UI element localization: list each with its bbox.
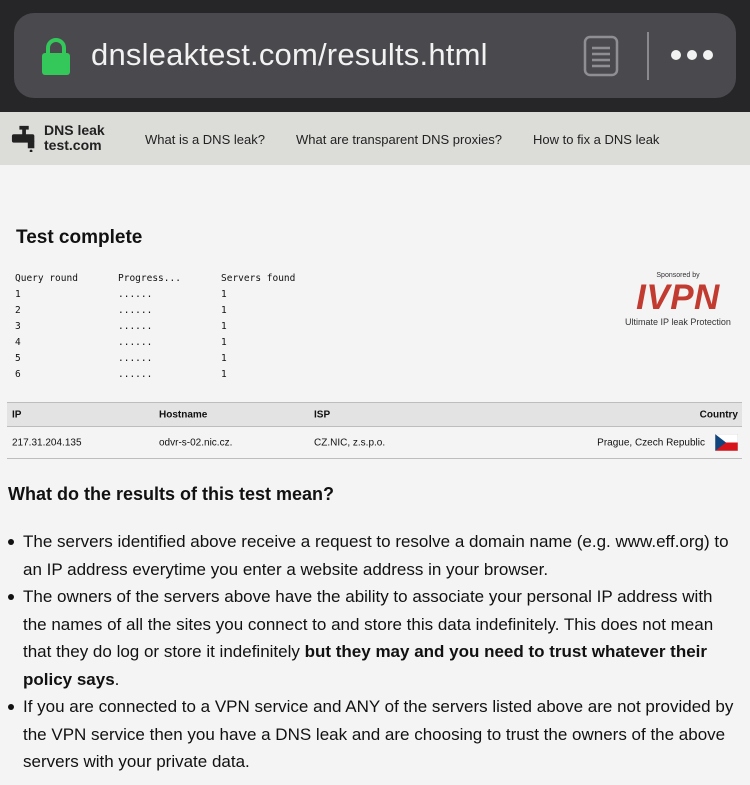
list-item: The owners of the servers above have the… (8, 583, 738, 693)
header-progress: Progress... (118, 273, 181, 284)
header-isp: ISP (314, 409, 331, 420)
url-text[interactable]: dnsleaktest.com/results.html (91, 37, 488, 73)
nav-link-what-is-dns-leak[interactable]: What is a DNS leak? (145, 132, 265, 147)
progress: ...... (118, 337, 153, 348)
query-round: 5 (15, 353, 21, 364)
progress: ...... (118, 321, 153, 332)
toolbar-divider (647, 32, 649, 80)
progress-header-row: Query round Progress... Servers found (15, 271, 321, 287)
query-round: 2 (15, 305, 21, 316)
logo-line-2: test.com (44, 137, 102, 153)
servers-found: 1 (221, 289, 227, 300)
progress-row: 1 ...... 1 (15, 287, 321, 303)
browser-toolbar: dnsleaktest.com/results.html (0, 0, 750, 112)
table-row: 217.31.204.135 odvr-s-02.nic.cz. CZ.NIC,… (7, 427, 742, 459)
progress-row: 4 ...... 1 (15, 335, 321, 351)
list-item: If you are connected to a VPN service an… (8, 693, 738, 776)
czech-flag-icon (715, 434, 738, 451)
page-title: Test complete (16, 227, 143, 248)
ip-address: 217.31.204.135 (12, 437, 82, 448)
address-bar[interactable]: dnsleaktest.com/results.html (14, 13, 736, 98)
lock-icon (42, 38, 70, 75)
progress-row: 6 ...... 1 (15, 367, 321, 383)
header-servers-found: Servers found (221, 273, 296, 284)
explanation-list: The servers identified above receive a r… (8, 528, 738, 776)
progress: ...... (118, 353, 153, 364)
results-header-row: IP Hostname ISP Country (7, 402, 742, 427)
header-hostname: Hostname (159, 409, 208, 420)
query-round: 1 (15, 289, 21, 300)
header-country: Country (699, 409, 738, 420)
country: Prague, Czech Republic (597, 437, 705, 448)
progress-row: 5 ...... 1 (15, 351, 321, 367)
reader-view-icon[interactable] (583, 35, 619, 77)
query-progress-table: Query round Progress... Servers found 1 … (15, 271, 321, 383)
progress-row: 2 ...... 1 (15, 303, 321, 319)
nav-link-transparent-dns-proxies[interactable]: What are transparent DNS proxies? (296, 132, 502, 147)
sponsor-banner[interactable]: Sponsored by IVPN Ultimate IP leak Prote… (618, 272, 738, 338)
query-round: 3 (15, 321, 21, 332)
servers-found: 1 (221, 369, 227, 380)
site-navigation: DNS leak test.com What is a DNS leak? Wh… (0, 112, 750, 165)
isp: CZ.NIC, z.s.p.o. (314, 437, 386, 448)
ivpn-logo: IVPN (636, 278, 720, 317)
list-item: The servers identified above receive a r… (8, 528, 738, 583)
more-options-icon[interactable] (670, 49, 714, 61)
logo-line-1: DNS leak (44, 122, 105, 138)
item-end: . (114, 669, 120, 689)
servers-found: 1 (221, 321, 227, 332)
header-query-round: Query round (15, 273, 78, 284)
query-round: 4 (15, 337, 21, 348)
progress: ...... (118, 289, 153, 300)
site-logo[interactable]: DNS leak test.com (11, 122, 121, 156)
section-title: What do the results of this test mean? (8, 484, 335, 504)
servers-found: 1 (221, 353, 227, 364)
query-round: 6 (15, 369, 21, 380)
nav-link-how-to-fix[interactable]: How to fix a DNS leak (533, 132, 659, 147)
servers-found: 1 (221, 337, 227, 348)
sponsor-tagline: Ultimate IP leak Protection (625, 317, 731, 327)
servers-found: 1 (221, 305, 227, 316)
header-ip: IP (12, 409, 22, 420)
progress: ...... (118, 305, 153, 316)
progress-row: 3 ...... 1 (15, 319, 321, 335)
results-table: IP Hostname ISP Country 217.31.204.135 o… (7, 402, 742, 459)
progress: ...... (118, 369, 153, 380)
hostname: odvr-s-02.nic.cz. (159, 437, 233, 448)
faucet-icon (11, 125, 35, 152)
